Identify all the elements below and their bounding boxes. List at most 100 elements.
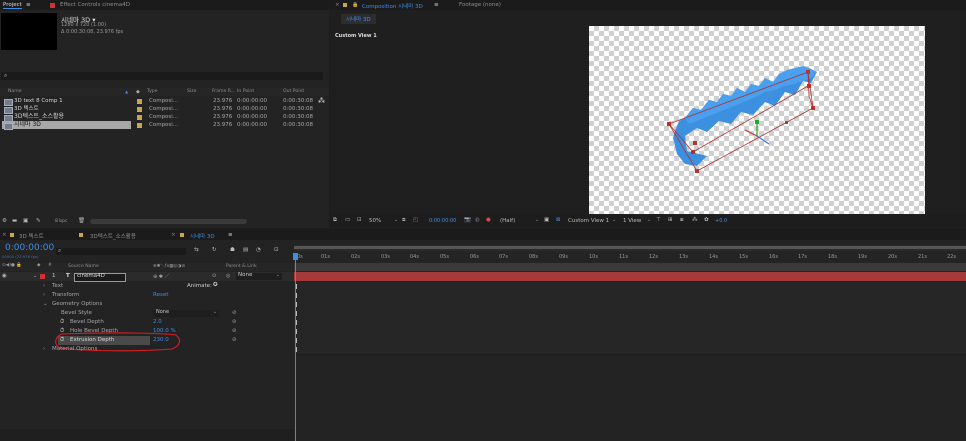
grid-icon[interactable]: ⊞ <box>668 217 673 223</box>
list-item[interactable]: 3D text 8 Comp 1 Composi... 23.976 0:00:… <box>0 97 329 106</box>
expression-icon[interactable]: ⊘ <box>232 336 237 345</box>
geometry-group-expander[interactable]: ⌄ <box>43 300 48 309</box>
3d-layer-icon[interactable]: ⊙ <box>212 273 216 279</box>
project-search-input[interactable]: ⌕ <box>1 72 323 80</box>
col-source-name[interactable]: Source Name <box>68 264 99 269</box>
project-scrollbar[interactable] <box>90 219 247 224</box>
pixel-aspect-icon[interactable]: ⊤ <box>656 217 661 223</box>
interpret-footage-icon[interactable]: ⚙ <box>2 218 7 224</box>
view-dropdown[interactable]: Custom View 1 <box>568 218 609 224</box>
comp-mini-flowchart-icon[interactable]: ⇆ <box>194 247 199 253</box>
resolution-dropdown[interactable]: (Half) <box>500 218 515 224</box>
expression-icon[interactable]: ⊘ <box>232 309 237 318</box>
trash-icon[interactable]: 🗑 <box>78 218 85 224</box>
visibility-eye-icon[interactable]: ◉ <box>2 273 7 279</box>
keyframe-marker[interactable] <box>296 329 297 334</box>
tab-project[interactable]: Project <box>3 2 22 9</box>
region-of-interest-icon[interactable]: ⧈ <box>402 217 406 224</box>
show-snapshot-icon[interactable]: ◍ <box>475 217 480 223</box>
col-size[interactable]: Size <box>187 89 196 94</box>
list-item[interactable]: 시네마 3D Composi... 23.976 0:00:00:00 0:00… <box>0 121 329 130</box>
parent-dropdown[interactable]: None ⌄ <box>236 272 282 280</box>
bevel-style-dropdown[interactable]: None ⌄ <box>153 309 219 317</box>
snapshot-icon[interactable]: 📷 <box>464 217 471 223</box>
prop-material-options[interactable]: Material Options <box>52 345 97 354</box>
keyframe-marker[interactable] <box>296 311 297 316</box>
tab-effect-controls[interactable]: Effect Controls cinema4D <box>60 2 130 8</box>
close-icon[interactable]: × <box>2 232 7 238</box>
col-parent[interactable]: Parent & Link <box>226 264 257 269</box>
transform-group-expander[interactable]: › <box>43 291 45 300</box>
animate-add-icon[interactable]: ✪ <box>213 281 218 290</box>
graph-editor-icon[interactable]: ⊡ <box>274 247 279 253</box>
col-type[interactable]: Type <box>147 89 158 94</box>
timecode-display[interactable]: 0:00:00:00 <box>429 218 456 224</box>
transparency-grid-icon[interactable]: ◰ <box>413 217 418 223</box>
list-item[interactable]: 3D 텍스트 Composi... 23.976 0:00:00:00 0:00… <box>0 105 329 114</box>
monitor-icon[interactable]: ▭ <box>345 217 350 223</box>
always-preview-icon[interactable]: ⧉ <box>333 217 337 224</box>
motion-blur-icon[interactable]: ◔ <box>256 247 261 253</box>
lock-icon[interactable]: 🔒 <box>352 2 358 8</box>
shy-layers-icon[interactable]: ☗ <box>230 247 235 253</box>
3d-text-object[interactable] <box>589 26 925 214</box>
material-group-expander[interactable]: › <box>43 345 45 354</box>
bpc-label[interactable]: 8 bpc <box>55 219 67 224</box>
flowchart-icon[interactable]: ⁂ <box>692 217 698 223</box>
prop-geometry-options[interactable]: Geometry Options <box>52 300 102 309</box>
composition-canvas[interactable] <box>589 26 925 214</box>
col-in-point[interactable]: In Point <box>237 89 254 94</box>
col-name[interactable]: Name <box>8 89 22 94</box>
3d-renderer-icon[interactable]: ⧆ <box>680 217 684 224</box>
col-frame-rate[interactable]: Frame R... <box>212 89 235 94</box>
toggle-transparency-icon[interactable]: ⊠ <box>556 217 561 223</box>
expression-icon[interactable]: ⊘ <box>232 318 237 327</box>
pen-icon[interactable]: ✎ <box>36 218 41 224</box>
frame-blending-icon[interactable]: ▤ <box>243 247 248 253</box>
list-item[interactable]: 3D텍스트_소스활용 Composi... 23.976 0:00:00:00 … <box>0 113 329 122</box>
keyframe-marker[interactable] <box>296 284 297 289</box>
work-area-bar[interactable] <box>294 263 966 271</box>
comp-subtab[interactable]: 시네마 3D <box>341 14 376 24</box>
layer-switches[interactable]: ⊕ ✱ ／ <box>153 273 170 280</box>
keyframe-marker[interactable] <box>296 347 297 352</box>
layer-name-field[interactable]: cinema4D <box>74 273 126 282</box>
color-channel-icon[interactable]: ● <box>486 217 491 223</box>
view-layout-dropdown[interactable]: 1 View <box>623 218 641 224</box>
text-group-expander[interactable]: › <box>43 282 45 291</box>
project-menu-icon[interactable]: ≡ <box>26 2 31 8</box>
tab-composition[interactable]: Composition 시네마 3D <box>362 2 423 10</box>
close-icon[interactable]: × <box>171 232 176 238</box>
playhead-line[interactable] <box>295 253 296 441</box>
draft-3d-icon[interactable]: ↻ <box>212 247 217 253</box>
prop-text[interactable]: Text <box>52 282 63 291</box>
composition-menu-icon[interactable]: ≡ <box>434 2 439 8</box>
chevron-down-icon[interactable]: ⌄ <box>647 217 651 223</box>
tab-timeline-3[interactable]: 시네마 3D <box>190 232 215 240</box>
bevel-depth-value[interactable]: 2.0 <box>153 318 162 327</box>
new-composition-icon[interactable]: ▣ <box>23 218 28 224</box>
expression-icon[interactable]: ⊘ <box>232 327 237 336</box>
close-icon[interactable]: × <box>335 2 340 8</box>
layer-label-swatch[interactable] <box>40 274 45 279</box>
exposure-icon[interactable]: ✿ <box>704 217 709 223</box>
fast-previews-icon[interactable]: ▣ <box>544 217 549 223</box>
exposure-value[interactable]: +0.0 <box>715 218 727 224</box>
timeline-search-input[interactable]: ⌕ <box>56 247 186 255</box>
transform-reset[interactable]: Reset <box>153 291 168 300</box>
animate-label[interactable]: Animate: <box>187 282 212 291</box>
flowchart-icon[interactable]: ⁂ <box>318 97 325 105</box>
col-out-point[interactable]: Out Point <box>283 89 304 94</box>
layer-duration-bar[interactable] <box>294 272 966 281</box>
zoom-dropdown[interactable]: 50% <box>369 218 381 224</box>
chevron-down-icon[interactable]: ⌄ <box>535 217 539 223</box>
expand-triangle-icon[interactable]: ⌄ <box>33 273 37 279</box>
keyframe-marker[interactable] <box>296 320 297 325</box>
tab-footage[interactable]: Footage (none) <box>459 2 501 8</box>
stopwatch-icon[interactable]: ⏱ <box>60 318 64 327</box>
tab-timeline-2[interactable]: 3D텍스트_소스활용 <box>90 232 136 240</box>
timeline-menu-icon[interactable]: ≡ <box>228 232 233 238</box>
keyframe-marker[interactable] <box>296 302 297 307</box>
keyframe-marker[interactable] <box>296 338 297 343</box>
pick-whip-icon[interactable]: ◎ <box>226 273 230 279</box>
